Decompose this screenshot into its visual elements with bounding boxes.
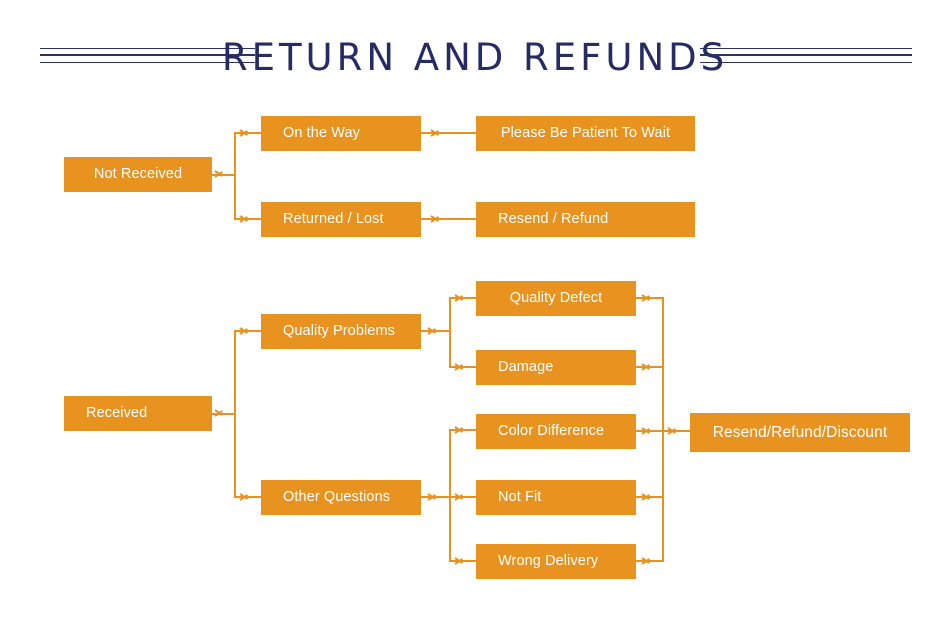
- decorative-rule-right: [700, 48, 912, 70]
- node-received[interactable]: Received: [64, 396, 212, 431]
- node-resend-refund-discount[interactable]: Resend/Refund/Discount: [690, 413, 910, 452]
- node-not-received[interactable]: Not Received: [64, 157, 212, 192]
- node-on-the-way[interactable]: On the Way: [261, 116, 421, 151]
- node-resend-refund[interactable]: Resend / Refund: [476, 202, 695, 237]
- rule-line-2: [700, 54, 912, 56]
- arrowhead-icon: [215, 407, 224, 419]
- arrowhead-icon: [431, 127, 440, 139]
- arrowhead-icon: [455, 424, 464, 436]
- arrowhead-icon: [455, 491, 464, 503]
- node-not-fit[interactable]: Not Fit: [476, 480, 636, 515]
- arrowhead-icon: [240, 127, 249, 139]
- arrowhead-icon: [642, 361, 651, 373]
- arrowhead-icon: [642, 491, 651, 503]
- arrowhead-icon: [428, 491, 437, 503]
- arrowhead-icon: [240, 491, 249, 503]
- connector-received-bus: [234, 331, 236, 498]
- node-other-questions[interactable]: Other Questions: [261, 480, 421, 515]
- node-please-be-patient-to-wait[interactable]: Please Be Patient To Wait: [476, 116, 695, 151]
- arrowhead-icon: [240, 325, 249, 337]
- arrowhead-icon: [642, 292, 651, 304]
- arrowhead-icon: [215, 168, 224, 180]
- arrowhead-icon: [431, 213, 440, 225]
- arrowhead-icon: [428, 325, 437, 337]
- diagram-canvas: RETURN AND REFUNDS Not Received On the W…: [0, 0, 950, 619]
- rule-line-3: [700, 62, 912, 63]
- rule-line-1: [700, 48, 912, 49]
- node-quality-problems[interactable]: Quality Problems: [261, 314, 421, 349]
- node-color-difference[interactable]: Color Difference: [476, 414, 636, 449]
- node-quality-defect[interactable]: Quality Defect: [476, 281, 636, 316]
- connector-on-the-way-to-outcome: [421, 132, 476, 134]
- arrowhead-icon: [668, 425, 677, 437]
- connector-returned-lost-to-outcome: [421, 218, 476, 220]
- arrowhead-icon: [455, 292, 464, 304]
- arrowhead-icon: [240, 213, 249, 225]
- page-header: RETURN AND REFUNDS: [0, 14, 950, 92]
- arrowhead-icon: [455, 361, 464, 373]
- connector-not-received-bus: [234, 133, 236, 220]
- node-wrong-delivery[interactable]: Wrong Delivery: [476, 544, 636, 579]
- arrowhead-icon: [642, 555, 651, 567]
- node-damage[interactable]: Damage: [476, 350, 636, 385]
- arrowhead-icon: [642, 425, 651, 437]
- arrowhead-icon: [455, 555, 464, 567]
- node-returned-lost[interactable]: Returned / Lost: [261, 202, 421, 237]
- connector-quality-problems-bus: [449, 298, 451, 368]
